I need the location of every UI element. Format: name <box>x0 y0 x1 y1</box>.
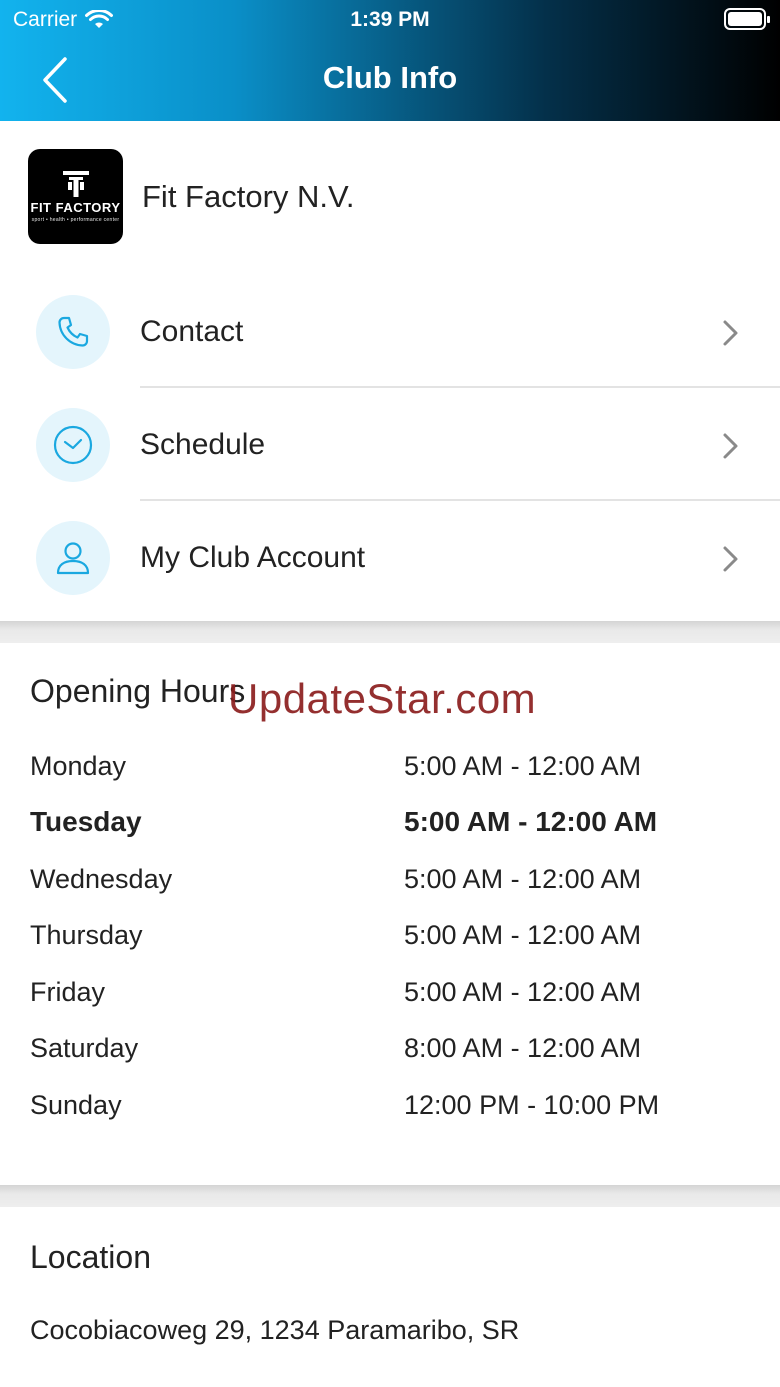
page-title: Club Info <box>322 60 458 95</box>
hours-value: 5:00 AM - 12:00 AM <box>404 806 658 837</box>
chevron-right-icon <box>723 546 738 572</box>
phone-icon <box>58 316 89 347</box>
menu-icon-circle <box>36 521 110 595</box>
day-label: Thursday <box>30 920 143 950</box>
location-title: Location <box>30 1239 151 1275</box>
navigation-bar: Carrier 1:39 PM Club Info <box>0 0 780 121</box>
menu-item-schedule[interactable]: Schedule <box>0 388 780 501</box>
section-separator <box>0 621 780 643</box>
section-separator <box>0 1185 780 1207</box>
hours-value: 5:00 AM - 12:00 AM <box>404 977 642 1007</box>
chevron-right-icon <box>723 320 738 346</box>
club-menu: Contact Schedule My Club Account <box>0 275 780 614</box>
club-name: Fit Factory N.V. <box>142 179 355 214</box>
location-address[interactable]: Cocobiacoweg 29, 1234 Paramaribo, SR <box>30 1315 519 1346</box>
menu-label-my-club-account: My Club Account <box>140 541 366 574</box>
hours-value: 5:00 AM - 12:00 AM <box>404 920 642 950</box>
hours-value: 5:00 AM - 12:00 AM <box>404 864 642 894</box>
club-logo: FIT FACTORY sport • health • performance… <box>28 149 123 244</box>
opening-hours-title: Opening Hours <box>30 673 246 709</box>
user-icon <box>56 542 90 575</box>
hours-value: 8:00 AM - 12:00 AM <box>404 1033 642 1063</box>
day-label: Monday <box>30 751 127 781</box>
day-label: Tuesday <box>30 806 142 837</box>
club-header: FIT FACTORY sport • health • performance… <box>0 121 780 281</box>
battery-icon <box>724 8 770 30</box>
logo-text: FIT FACTORY <box>30 199 121 215</box>
day-label: Friday <box>30 977 106 1007</box>
menu-label-contact: Contact <box>140 315 244 348</box>
menu-icon-circle <box>36 408 110 482</box>
hours-value: 12:00 PM - 10:00 PM <box>404 1090 660 1120</box>
logo-subtext: sport • health • performance center <box>31 216 120 223</box>
location-section: Location Cocobiacoweg 29, 1234 Paramarib… <box>0 1207 780 1387</box>
fit-factory-logo-icon <box>62 170 89 197</box>
status-time: 1:39 PM <box>350 8 430 31</box>
menu-label-schedule: Schedule <box>140 428 266 461</box>
day-label: Saturday <box>30 1033 139 1063</box>
hours-value: 5:00 AM - 12:00 AM <box>404 751 642 781</box>
chevron-right-icon <box>723 433 738 459</box>
day-label: Wednesday <box>30 864 173 894</box>
day-label: Sunday <box>30 1090 122 1120</box>
clock-icon <box>53 425 93 465</box>
menu-item-my-club-account[interactable]: My Club Account <box>0 501 780 614</box>
menu-icon-circle <box>36 295 110 369</box>
opening-hours-section: Opening Hours UpdateStar.com Monday 5:00… <box>0 643 780 1185</box>
menu-item-contact[interactable]: Contact <box>0 275 780 388</box>
watermark: UpdateStar.com <box>228 675 537 722</box>
